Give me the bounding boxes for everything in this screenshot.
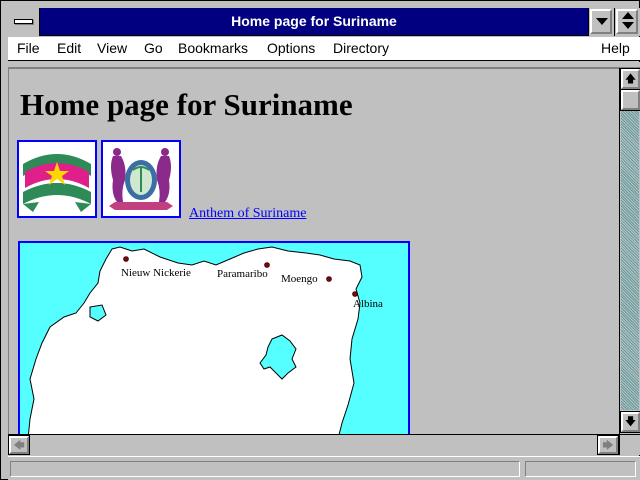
minimize-icon: [596, 18, 608, 25]
anthem-link[interactable]: Anthem of Suriname: [189, 206, 306, 222]
arrow-right-icon: 🡆: [602, 439, 614, 452]
city-label-nieuw-nickerie: Nieuw Nickerie: [121, 267, 191, 279]
coat-of-arms-image[interactable]: [101, 140, 181, 218]
system-menu-button[interactable]: [8, 8, 40, 36]
horizontal-scrollbar[interactable]: 🡄 🡆: [8, 434, 619, 455]
status-bar: [8, 456, 640, 480]
city-label-paramaribo: Paramaribo: [217, 268, 268, 280]
arrow-up-icon: 🡅: [624, 72, 637, 85]
vertical-scroll-track[interactable]: [621, 110, 639, 410]
city-label-albina: Albina: [353, 298, 383, 310]
browser-window: Home page for Suriname File Edit View Go…: [0, 0, 640, 480]
city-marker-moengo: [326, 276, 332, 282]
flag-image[interactable]: [17, 140, 97, 218]
menu-options[interactable]: Options: [267, 37, 315, 60]
flag-icon: [19, 142, 95, 216]
maximize-icon: [622, 12, 634, 19]
minimize-button[interactable]: [588, 8, 614, 36]
scroll-up-button[interactable]: 🡅: [620, 68, 640, 90]
page-title: Home page for Suriname: [20, 87, 353, 122]
document-view[interactable]: Home page for Suriname Anthem of Surinam…: [8, 68, 619, 434]
coat-of-arms-icon: [103, 142, 179, 216]
vertical-scrollbar[interactable]: 🡅 🡇: [619, 68, 640, 434]
scroll-down-button[interactable]: 🡇: [620, 411, 640, 433]
system-menu-icon: [14, 19, 33, 24]
scrollbar-corner: [619, 434, 640, 455]
menu-go[interactable]: Go: [144, 37, 163, 60]
suriname-map[interactable]: Nieuw Nickerie Paramaribo Moengo Albina: [18, 241, 410, 434]
vertical-scroll-thumb[interactable]: [620, 89, 640, 111]
scroll-left-button[interactable]: 🡄: [8, 435, 30, 455]
window-title: Home page for Suriname: [231, 13, 397, 29]
menu-edit[interactable]: Edit: [57, 37, 81, 60]
menu-directory[interactable]: Directory: [333, 37, 389, 60]
progress-indicator: [525, 461, 636, 477]
city-label-moengo: Moengo: [281, 273, 318, 285]
menu-file[interactable]: File: [17, 37, 40, 60]
menu-help[interactable]: Help: [601, 37, 630, 60]
arrow-down-icon: 🡇: [624, 415, 637, 428]
status-text: [10, 461, 520, 477]
title-bar[interactable]: Home page for Suriname: [8, 8, 640, 36]
city-marker-albina: [352, 291, 358, 297]
menu-bookmarks[interactable]: Bookmarks: [178, 37, 248, 60]
maximize-button[interactable]: [614, 8, 640, 36]
city-marker-paramaribo: [264, 262, 270, 268]
map-graphic: Nieuw Nickerie Paramaribo Moengo Albina: [27, 246, 383, 434]
arrow-left-icon: 🡄: [13, 439, 25, 452]
menu-view[interactable]: View: [97, 37, 127, 60]
scroll-right-button[interactable]: 🡆: [597, 435, 619, 455]
menu-bar: File Edit View Go Bookmarks Options Dire…: [8, 37, 640, 61]
city-marker-nieuw-nickerie: [123, 256, 129, 262]
